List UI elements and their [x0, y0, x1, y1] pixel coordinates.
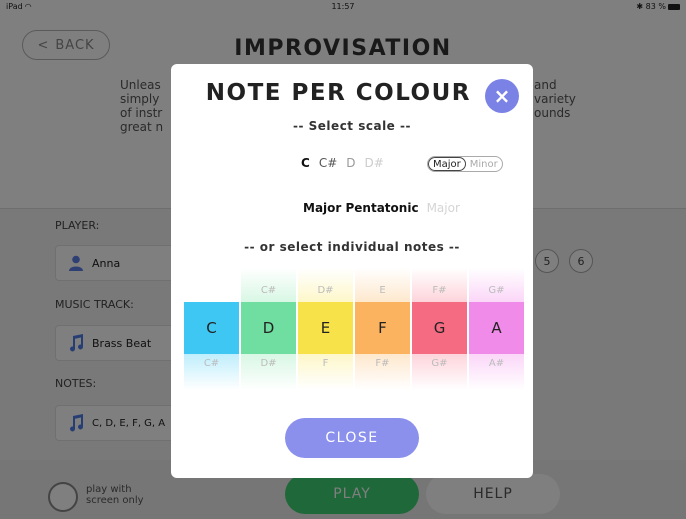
note-column: D# E F: [298, 268, 353, 392]
note-key[interactable]: C: [184, 302, 239, 354]
note-sharp-bottom[interactable]: A#: [469, 354, 524, 390]
select-scale-heading: -- Select scale --: [293, 119, 411, 133]
note-column: E F F#: [355, 268, 410, 392]
note-sharp-top[interactable]: F#: [412, 268, 467, 302]
note-per-colour-dialog: NOTE PER COLOUR × -- Select scale -- C C…: [171, 64, 533, 478]
mode-major[interactable]: Major: [428, 157, 466, 171]
note-sharp-bottom[interactable]: C#: [184, 354, 239, 390]
key-option-c-sharp[interactable]: C#: [319, 156, 337, 170]
note-column: F# G G#: [412, 268, 467, 392]
note-sharp-top[interactable]: E: [355, 268, 410, 302]
scale-option-major-pentatonic[interactable]: Major Pentatonic: [303, 201, 419, 215]
note-sharp-bottom[interactable]: G#: [412, 354, 467, 390]
key-option-d[interactable]: D: [346, 156, 355, 170]
dialog-title: NOTE PER COLOUR: [205, 80, 471, 106]
mode-minor[interactable]: Minor: [466, 157, 502, 171]
note-sharp-top[interactable]: [184, 268, 239, 302]
note-sharp-bottom[interactable]: F: [298, 354, 353, 390]
key-selector[interactable]: C C# D D#: [301, 156, 384, 170]
note-grid: C C# C# D D# D# E F E F F# F# G G# G# A A#: [184, 268, 524, 392]
scale-option-next[interactable]: Major: [427, 201, 460, 215]
key-option-c[interactable]: C: [301, 156, 310, 170]
note-key[interactable]: D: [241, 302, 296, 354]
note-key[interactable]: G: [412, 302, 467, 354]
scale-selector[interactable]: Major Pentatonic Major: [303, 201, 460, 215]
note-sharp-top[interactable]: D#: [298, 268, 353, 302]
key-option-d-sharp[interactable]: D#: [365, 156, 384, 170]
note-key[interactable]: E: [298, 302, 353, 354]
close-button[interactable]: CLOSE: [285, 418, 419, 458]
major-minor-toggle[interactable]: Major Minor: [427, 156, 503, 172]
note-column: G# A A#: [469, 268, 524, 392]
note-sharp-bottom[interactable]: F#: [355, 354, 410, 390]
note-column: C# D D#: [241, 268, 296, 392]
close-icon[interactable]: ×: [485, 79, 519, 113]
note-sharp-top[interactable]: C#: [241, 268, 296, 302]
note-column: C C#: [184, 268, 239, 392]
note-key[interactable]: A: [469, 302, 524, 354]
note-sharp-bottom[interactable]: D#: [241, 354, 296, 390]
note-key[interactable]: F: [355, 302, 410, 354]
note-sharp-top[interactable]: G#: [469, 268, 524, 302]
individual-notes-heading: -- or select individual notes --: [244, 240, 460, 254]
